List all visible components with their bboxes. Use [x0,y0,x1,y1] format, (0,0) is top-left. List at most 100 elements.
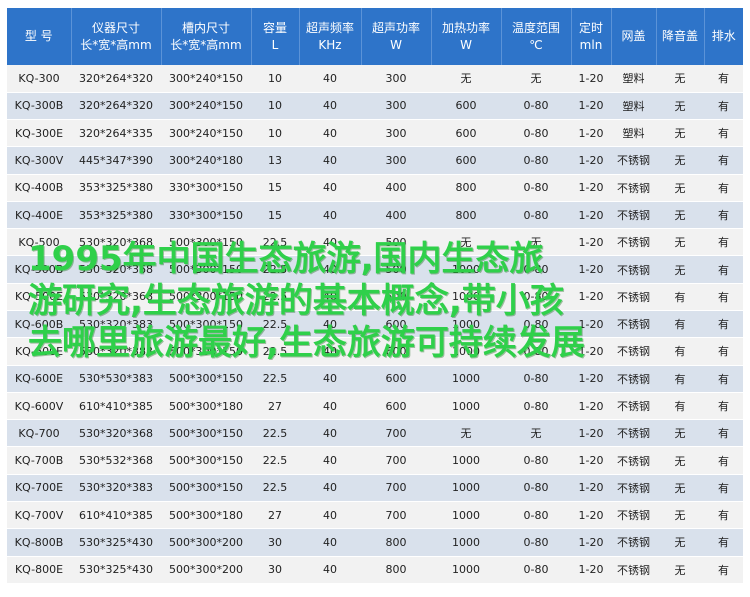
column-header: 网盖 [611,8,657,65]
table-cell: 1-20 [571,65,611,93]
table-cell: 40 [299,65,361,93]
table-cell: 无 [656,419,704,448]
table-header: 型 号仪器尺寸 长*宽*高mm 槽内尺寸 长*宽*高mm 容量 L 超声频率 KHz 超声功率 W… [7,8,743,65]
table-row: KQ-500 530*320*368 500*300*150 22.5 40 500 无无 1… [7,228,743,257]
table-body: KQ-300 320*264*320 300*240*150 10 40 300 无无 1-2… [7,65,743,585]
column-header-unit: KHz [318,37,342,52]
table-cell: 800 [431,174,501,202]
column-header: 排水 [704,8,743,65]
table-cell: 300*240*180 [161,146,251,175]
table-cell: 有 [656,365,704,393]
table-cell: KQ-700 [7,419,71,448]
table-cell: KQ-300V [7,146,71,175]
column-header-unit: mln [579,37,603,52]
table-cell: KQ-400E [7,201,71,230]
table-cell: 无 [431,419,501,448]
table-cell: 0-80 [501,528,571,557]
table-cell: 1000 [431,446,501,475]
table-cell: 40 [299,310,361,339]
column-header-title: 仪器尺寸 [91,20,140,35]
table-cell: KQ-800B [7,528,71,557]
table-cell: 15 [251,201,299,230]
table-cell: 500*300*150 [161,228,251,257]
table-cell: 27 [251,501,299,530]
table-cell: 800 [431,201,501,230]
table-cell: 有 [704,228,743,257]
table-cell: 不锈钢 [611,310,656,339]
table-cell: 320*264*320 [71,65,161,93]
table-cell: 530*532*368 [71,446,161,475]
table-cell: 无 [656,556,704,585]
table-cell: 不锈钢 [611,419,656,448]
table-cell: 有 [704,474,743,503]
table-cell: 40 [299,365,361,393]
table-cell: 有 [704,528,743,557]
table-cell: 1-20 [571,310,611,339]
table-cell: 无 [656,528,704,557]
table-cell: 有 [704,392,743,421]
table-cell: 无 [656,119,704,148]
table-cell: KQ-600E [7,365,71,393]
table-cell: 0-80 [501,92,571,121]
table-cell: 600 [431,92,501,121]
table-cell: 40 [299,556,361,585]
table-cell: KQ-700V [7,501,71,530]
table-cell: 13 [251,146,299,175]
table-cell: 不锈钢 [611,446,656,475]
table-row: KQ-400B 353*325*380 330*300*150 15 40 400 800 0… [7,174,743,202]
table-cell: 10 [251,65,299,93]
table-row: KQ-800B 530*325*430 500*300*200 30 40 800 1000… [7,528,743,557]
table-cell: 有 [704,255,743,284]
table-cell: 1000 [431,255,501,284]
table-cell: 无 [656,255,704,284]
column-header-title: 容量 [262,20,287,35]
table-cell: 500 [361,228,431,257]
table-cell: 300 [361,146,431,175]
table-cell: 300 [361,65,431,93]
table-cell: 40 [299,201,361,230]
table-cell: 22.5 [251,310,299,339]
table-cell: 530*320*383 [71,474,161,503]
table-cell: 530*325*430 [71,556,161,585]
header-row: 型 号仪器尺寸 长*宽*高mm 槽内尺寸 长*宽*高mm 容量 L 超声频率 KHz 超声功率 W… [7,8,743,65]
table-cell: KQ-600E [7,337,71,366]
table-cell: KQ-600V [7,392,71,421]
table-cell: 330*300*150 [161,201,251,230]
table-cell: 无 [656,92,704,121]
table-cell: 1-20 [571,201,611,230]
table-cell: 40 [299,228,361,257]
table-cell: KQ-500 [7,228,71,257]
table-cell: 15 [251,174,299,202]
table-row: KQ-500B 530*320*368 500*300*150 22.5 40 500 10… [7,255,743,284]
table-cell: 30 [251,528,299,557]
table-cell: 800 [361,528,431,557]
table-cell: 0-80 [501,556,571,585]
column-header: 定时 mln [571,8,612,65]
table-cell: 无 [656,501,704,530]
table-cell: 10 [251,119,299,148]
table-cell: KQ-700B [7,446,71,475]
table-cell: 0-80 [501,501,571,530]
table-cell: 500*300*150 [161,446,251,475]
table-cell: 40 [299,146,361,175]
table-cell: 40 [299,174,361,202]
table-cell: 300 [361,92,431,121]
table-cell: 40 [299,528,361,557]
column-header-unit: W [390,37,402,52]
table-cell: 1-20 [571,365,611,393]
table-cell: 无 [656,174,704,202]
table-cell: 40 [299,474,361,503]
table-cell: 500 [361,255,431,284]
column-header: 槽内尺寸 长*宽*高mm [161,8,252,65]
table-cell: 27 [251,392,299,421]
table-cell: 无 [501,228,571,257]
table-cell: 0-80 [501,255,571,284]
table-cell: 500*300*200 [161,556,251,585]
table-cell: 有 [656,392,704,421]
table-cell: 不锈钢 [611,201,656,230]
table-cell: 22.5 [251,446,299,475]
table-cell: 500*300*180 [161,392,251,421]
column-header-title: 定时 [578,20,603,35]
table-cell: 不锈钢 [611,255,656,284]
column-header-unit: L [271,37,279,52]
